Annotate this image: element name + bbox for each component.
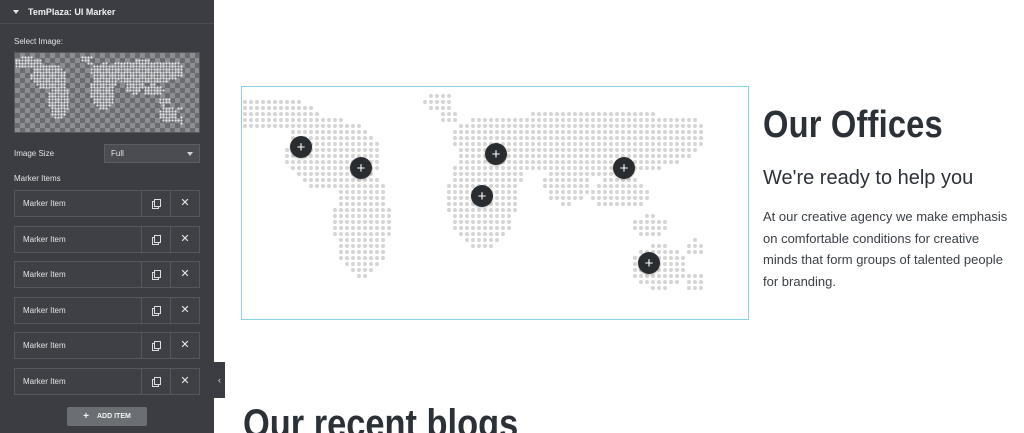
duplicate-icon [152, 377, 161, 387]
select-image-label: Select Image: [14, 37, 63, 46]
close-icon: ✕ [180, 233, 190, 245]
remove-button[interactable]: ✕ [170, 298, 199, 323]
blogs-heading: Our recent blogs [243, 402, 519, 433]
duplicate-icon [152, 199, 161, 209]
collapse-sidebar-button[interactable]: ‹ [214, 362, 225, 398]
remove-button[interactable]: ✕ [170, 191, 199, 216]
duplicate-icon [152, 270, 161, 280]
marker-item-label[interactable]: Marker Item [15, 191, 141, 216]
marker-item-row: Marker Item ✕ [14, 297, 200, 324]
duplicate-icon [152, 235, 161, 245]
world-map-widget[interactable]: + + + + + + [241, 86, 749, 320]
marker-item-label[interactable]: Marker Item [15, 298, 141, 323]
marker-item-label[interactable]: Marker Item [15, 369, 141, 394]
section-subheading: We're ready to help you [763, 167, 974, 189]
marker-item-label[interactable]: Marker Item [15, 262, 141, 287]
marker-item-row: Marker Item ✕ [14, 368, 200, 395]
remove-button[interactable]: ✕ [170, 227, 199, 252]
add-item-button[interactable]: + ADD ITEM [67, 407, 147, 426]
duplicate-icon [152, 306, 161, 316]
duplicate-button[interactable] [141, 227, 170, 252]
thumbnail-map-icon [15, 56, 183, 125]
remove-button[interactable]: ✕ [170, 333, 199, 358]
close-icon: ✕ [180, 339, 190, 351]
image-thumbnail[interactable] [14, 52, 200, 133]
chevron-down-icon [187, 152, 193, 156]
plus-icon: + [83, 410, 89, 422]
world-map-dots [242, 93, 704, 291]
remove-button[interactable]: ✕ [170, 369, 199, 394]
section-body-text: At our creative agency we make emphasis … [763, 209, 1008, 289]
duplicate-icon [152, 341, 161, 351]
duplicate-button[interactable] [141, 333, 170, 358]
image-size-value: Full [111, 149, 124, 158]
duplicate-button[interactable] [141, 369, 170, 394]
section-heading: Our Offices [763, 104, 943, 146]
image-size-label: Image Size [14, 149, 55, 158]
add-item-label: ADD ITEM [97, 413, 131, 420]
close-icon: ✕ [180, 375, 190, 387]
map-marker[interactable]: + [350, 157, 372, 179]
map-marker[interactable]: + [613, 157, 635, 179]
panel-title: TemPlaza: UI Marker [28, 6, 116, 17]
app-window: TemPlaza: UI Marker Select Image: Image … [0, 0, 1024, 433]
close-icon: ✕ [180, 304, 190, 316]
image-size-select[interactable]: Full [104, 144, 200, 163]
marker-item-row: Marker Item ✕ [14, 332, 200, 359]
close-icon: ✕ [180, 197, 190, 209]
marker-item-label[interactable]: Marker Item [15, 333, 141, 358]
duplicate-button[interactable] [141, 298, 170, 323]
remove-button[interactable]: ✕ [170, 262, 199, 287]
chevron-left-icon: ‹ [218, 375, 221, 385]
caret-down-icon[interactable] [13, 9, 19, 14]
map-marker[interactable]: + [485, 143, 507, 165]
map-marker[interactable]: + [471, 185, 493, 207]
panel-header[interactable]: TemPlaza: UI Marker [0, 0, 214, 24]
marker-item-row: Marker Item ✕ [14, 226, 200, 253]
marker-items-label: Marker Items [14, 174, 61, 183]
editor-sidebar: TemPlaza: UI Marker Select Image: Image … [0, 0, 214, 433]
close-icon: ✕ [180, 268, 190, 280]
map-marker[interactable]: + [638, 252, 660, 274]
marker-item-row: Marker Item ✕ [14, 261, 200, 288]
marker-item-row: Marker Item ✕ [14, 190, 200, 217]
duplicate-button[interactable] [141, 262, 170, 287]
marker-item-label[interactable]: Marker Item [15, 227, 141, 252]
map-marker[interactable]: + [290, 136, 312, 158]
duplicate-button[interactable] [141, 191, 170, 216]
